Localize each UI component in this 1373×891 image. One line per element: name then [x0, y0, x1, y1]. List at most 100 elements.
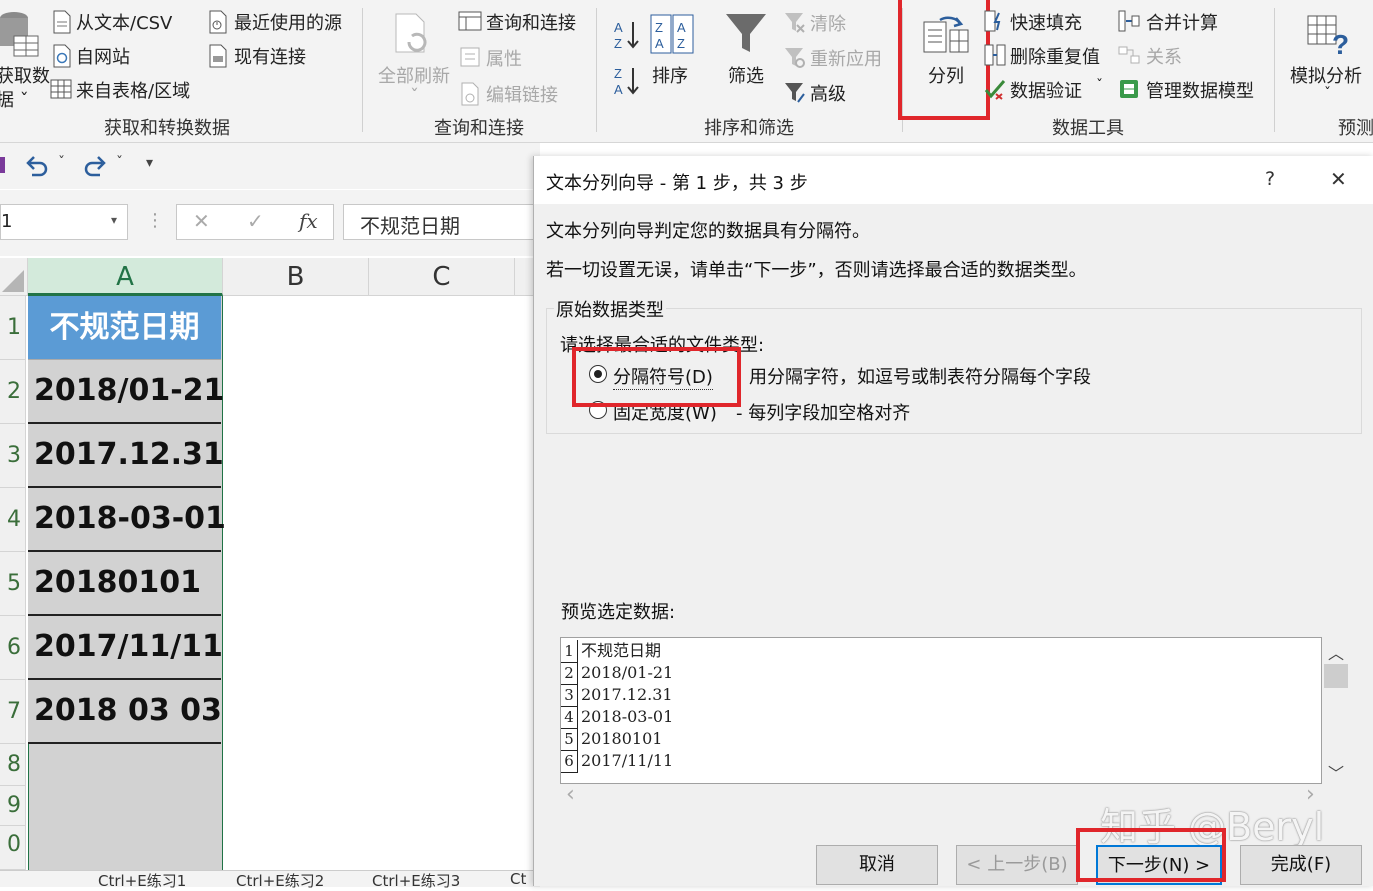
row-header[interactable]: 2 — [0, 360, 26, 424]
preview-line-number: 2 — [561, 662, 578, 685]
preview-line: 2 2018/01-21 — [561, 662, 673, 685]
name-box[interactable]: 1 ▾ — [0, 204, 128, 240]
svg-text:?: ? — [1332, 29, 1349, 56]
sheet-tab[interactable]: Ctrl+E练习1 — [98, 870, 186, 890]
group-separator — [1274, 8, 1275, 132]
group-label-sort-filter: 排序和筛选 — [704, 118, 794, 139]
flash-fill-label: 快速填充 — [1010, 13, 1082, 34]
name-box-dropdown-icon[interactable]: ▾ — [111, 213, 117, 227]
preview-line-text: 20180101 — [581, 729, 663, 748]
formula-input[interactable]: 不规范日期 — [343, 204, 543, 240]
row-header[interactable]: 8 — [0, 744, 26, 786]
sheet-tab[interactable]: Ctrl+E练习3 — [372, 870, 460, 890]
remove-duplicates-icon — [984, 44, 1006, 66]
undo-icon[interactable] — [24, 153, 50, 177]
sort-descending-icon: Z A — [614, 66, 639, 97]
get-data-button[interactable]: 获取数 据 ˇ — [0, 4, 50, 111]
remove-duplicates-label: 删除重复值 — [1010, 47, 1100, 68]
close-icon[interactable]: ✕ — [1330, 167, 1347, 191]
grid-cell[interactable]: 20180101 — [28, 552, 221, 616]
filter-label: 筛选 — [728, 66, 764, 87]
clear-label: 清除 — [810, 14, 846, 35]
save-icon[interactable] — [0, 157, 5, 173]
what-if-label: 模拟分析 — [1290, 66, 1362, 87]
row-header[interactable]: 9 — [0, 786, 26, 826]
highlight-next-button — [1076, 828, 1226, 882]
data-validation-dropdown[interactable]: ˇ — [1096, 78, 1103, 94]
group-separator — [596, 8, 597, 132]
select-all-corner[interactable] — [0, 258, 28, 296]
preview-area[interactable]: 1 不规范日期 2 2018/01-21 3 2017.12.31 4 2018-03-… — [560, 637, 1322, 784]
row-header[interactable]: 7 — [0, 680, 26, 744]
recent-file-icon — [209, 10, 227, 34]
cancel-button[interactable]: 取消 — [816, 845, 938, 885]
column-header-a[interactable]: A — [28, 258, 223, 296]
sheet-tab[interactable]: Ctrl+E练习2 — [236, 870, 324, 890]
column-header-c[interactable]: C — [369, 258, 515, 296]
refresh-all-dropdown: ˇ — [410, 86, 419, 107]
preview-line: 5 20180101 — [561, 728, 663, 751]
refresh-all-button[interactable]: 全部刷新 ˇ — [376, 8, 454, 108]
scroll-left-icon[interactable]: ‹ — [566, 782, 575, 807]
column-header-b[interactable]: B — [223, 258, 369, 296]
group-label-get-transform: 获取和转换数据 — [104, 118, 230, 139]
sort-dialog-icon: ZA AZ — [650, 14, 694, 54]
redo-dropdown[interactable]: ˇ — [116, 155, 123, 171]
quick-access-toolbar: ˇ ˇ ▾ — [0, 143, 540, 189]
data-validation-icon — [984, 80, 1006, 100]
what-if-analysis-button[interactable]: ? 模拟分析 ˇ — [1286, 10, 1366, 108]
sort-az-button[interactable]: A Z — [612, 18, 640, 52]
dialog-intro-line1: 文本分列向导判定您的数据具有分隔符。 — [546, 221, 870, 242]
scroll-up-icon[interactable]: ︿ — [1328, 640, 1344, 664]
grid-cell[interactable]: 2018 03 03 — [28, 680, 222, 744]
enter-entry-icon[interactable]: ✓ — [247, 209, 264, 233]
back-button[interactable]: < 上一步(B) — [956, 845, 1078, 885]
row-header[interactable]: 3 — [0, 424, 26, 488]
svg-text:A: A — [614, 82, 623, 97]
sort-button[interactable]: ZA AZ 排序 — [648, 10, 698, 108]
preview-line-text: 2017.12.31 — [581, 685, 673, 704]
group-separator — [362, 8, 363, 132]
scroll-down-icon[interactable]: ﹀ — [1328, 760, 1344, 784]
sheet-tab[interactable]: Ct — [510, 870, 526, 888]
edit-links-icon — [461, 82, 479, 106]
what-if-icon: ? — [1307, 15, 1349, 56]
filter-button[interactable]: 筛选 — [722, 10, 772, 108]
ribbon: 获取数 据 ˇ 从文本/CSV 自网站 来自表格/区域 最近使用的源 现有连接 … — [0, 0, 1373, 143]
group-label-queries: 查询和连接 — [434, 118, 524, 139]
row-header[interactable]: 4 — [0, 488, 26, 552]
relationships-icon — [1118, 46, 1140, 64]
vertical-scroll-thumb[interactable] — [1324, 664, 1348, 688]
dialog-intro-line2: 若一切设置无误，请单击“下一步”，否则请选择最合适的数据类型。 — [546, 260, 1087, 281]
grid-cell[interactable]: 2018/01-21 — [28, 360, 224, 424]
sort-za-button[interactable]: Z A — [612, 64, 640, 98]
existing-connections-label: 现有连接 — [234, 47, 306, 68]
customize-qat-button[interactable]: ▾ — [146, 155, 153, 171]
preview-line: 4 2018-03-01 — [561, 706, 673, 729]
cancel-entry-icon[interactable]: ✕ — [193, 209, 210, 233]
from-text-csv-label: 从文本/CSV — [76, 13, 173, 34]
redo-icon[interactable] — [82, 153, 108, 177]
cell-a1-header[interactable]: 不规范日期 — [28, 296, 221, 360]
help-button[interactable]: ? — [1265, 168, 1275, 190]
from-web-label: 自网站 — [76, 47, 130, 68]
insert-function-icon[interactable]: fx — [299, 209, 318, 233]
svg-text:A: A — [614, 20, 623, 35]
manage-data-model-label: 管理数据模型 — [1146, 81, 1254, 102]
formula-input-value: 不规范日期 — [360, 214, 460, 238]
grid-cell[interactable]: 2017.12.31 — [28, 424, 224, 488]
row-header[interactable]: 5 — [0, 552, 26, 616]
finish-button[interactable]: 完成(F) — [1240, 845, 1362, 885]
grid-cell[interactable]: 2018-03-01 — [28, 488, 226, 552]
sort-ascending-icon: A Z — [614, 20, 639, 51]
row-header[interactable]: 6 — [0, 616, 26, 680]
undo-dropdown[interactable]: ˇ — [58, 155, 65, 171]
preview-line: 6 2017/11/11 — [561, 750, 673, 773]
refresh-icon — [395, 13, 427, 53]
queries-icon — [458, 11, 482, 31]
formula-bar: 1 ▾ ⋮ ✕ ✓ fx 不规范日期 — [0, 190, 543, 256]
what-if-dropdown: ˇ — [1324, 86, 1331, 102]
grid-cell[interactable]: 2017/11/11 — [28, 616, 223, 680]
row-header[interactable]: 0 — [0, 826, 26, 870]
row-header[interactable]: 1 — [0, 296, 26, 360]
